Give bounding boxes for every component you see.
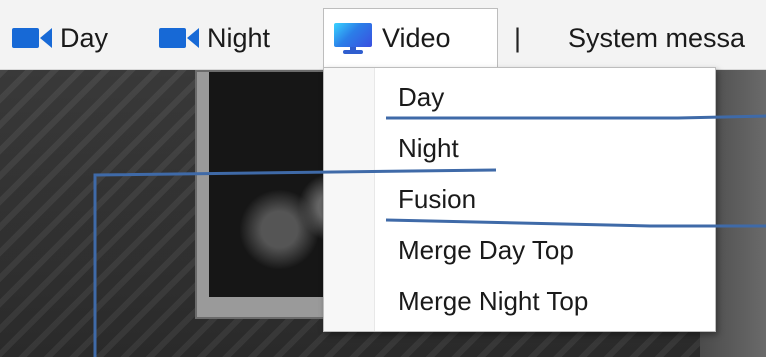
camera-icon <box>159 28 199 48</box>
camera-icon <box>12 28 52 48</box>
menu-item-merge-night-top[interactable]: Merge Night Top <box>375 276 715 326</box>
menu-video[interactable]: Video <box>323 8 498 68</box>
menu-night[interactable]: Night <box>159 8 270 68</box>
menu-separator: | <box>514 22 522 53</box>
monitor-icon <box>334 22 372 55</box>
menu-icon-gutter <box>324 68 375 331</box>
menu-day[interactable]: Day <box>12 8 108 68</box>
menu-item-day[interactable]: Day <box>375 72 715 122</box>
menu-item-merge-day-top[interactable]: Merge Day Top <box>375 225 715 275</box>
menu-system-messages[interactable]: System messa <box>568 8 745 68</box>
menu-item-night[interactable]: Night <box>375 123 715 173</box>
menu-day-label: Day <box>60 22 109 53</box>
menu-video-label: Video <box>382 23 451 53</box>
menu-bar: Day Night Video | System messa <box>0 0 766 70</box>
video-dropdown-menu: Day Night Fusion Merge Day Top Merge Nig… <box>323 67 716 332</box>
menu-night-label: Night <box>207 22 271 53</box>
menu-item-fusion[interactable]: Fusion <box>375 174 715 224</box>
